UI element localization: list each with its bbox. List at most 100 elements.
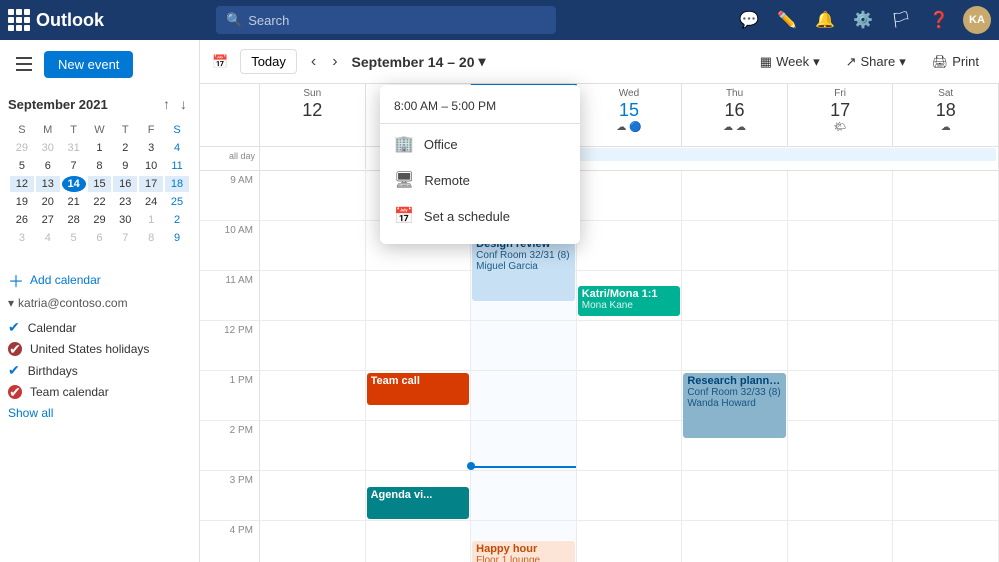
calendar-item-birthdays[interactable]: ✔ Birthdays bbox=[8, 359, 191, 382]
mini-cal-day[interactable]: 2 bbox=[113, 140, 137, 156]
mini-cal-day[interactable]: 4 bbox=[165, 140, 189, 156]
mini-cal-day[interactable]: 5 bbox=[62, 230, 86, 246]
share-button[interactable]: ↗ Share ▾ bbox=[838, 50, 914, 74]
mini-cal-day[interactable]: 22 bbox=[88, 194, 112, 210]
mini-cal-next[interactable]: ↓ bbox=[176, 94, 191, 114]
calendar-event[interactable]: Happy hour Floor 1 lounge Cecil Folk bbox=[472, 541, 575, 562]
mini-cal-day[interactable]: 17 bbox=[139, 176, 163, 192]
mini-cal-day[interactable]: 26 bbox=[10, 212, 34, 228]
print-icon: 🖨 bbox=[932, 54, 949, 70]
date-range[interactable]: September 14 – 20 ▾ bbox=[352, 53, 486, 70]
mini-cal-day-today[interactable]: 14 bbox=[62, 176, 86, 192]
help-icon[interactable]: ❓ bbox=[925, 6, 953, 34]
mini-cal-day[interactable]: 18 bbox=[165, 176, 189, 192]
hamburger-menu[interactable] bbox=[8, 48, 40, 80]
grid-cell bbox=[893, 171, 998, 221]
mini-cal-day[interactable]: 9 bbox=[165, 230, 189, 246]
mini-cal-day[interactable]: 29 bbox=[88, 212, 112, 228]
mini-cal-day[interactable]: 13 bbox=[36, 176, 60, 192]
account-section-header[interactable]: ▾ katria@contoso.com bbox=[8, 296, 191, 310]
mini-cal-day[interactable]: 1 bbox=[139, 212, 163, 228]
calendar-event[interactable]: Katri/Mona 1:1 Mona Kane bbox=[578, 286, 681, 316]
mini-cal-day[interactable]: 8 bbox=[88, 158, 112, 174]
event-sub1: Mona Kane bbox=[582, 300, 677, 311]
mini-cal-day[interactable]: 15 bbox=[88, 176, 112, 192]
mini-cal-day[interactable]: 9 bbox=[113, 158, 137, 174]
mini-cal-header: September 2021 ↑ ↓ bbox=[8, 88, 191, 120]
grid-cell bbox=[893, 221, 998, 271]
mini-cal-day[interactable]: 28 bbox=[62, 212, 86, 228]
mini-cal-day[interactable]: 6 bbox=[88, 230, 112, 246]
mini-cal-day[interactable]: 3 bbox=[10, 230, 34, 246]
prev-week-button[interactable]: ‹ bbox=[305, 51, 322, 73]
mini-cal-day[interactable]: 19 bbox=[10, 194, 34, 210]
mini-cal-day[interactable]: 2 bbox=[165, 212, 189, 228]
next-week-button[interactable]: › bbox=[326, 51, 343, 73]
popup-remote[interactable]: 🖥 Remote bbox=[380, 162, 580, 198]
mini-cal-day[interactable]: 30 bbox=[113, 212, 137, 228]
flag-icon[interactable]: 🏳 bbox=[887, 6, 915, 34]
cal-item-name: Team calendar bbox=[30, 385, 109, 399]
waffle-icon[interactable] bbox=[8, 9, 30, 31]
grid-cell bbox=[260, 471, 365, 521]
grid-cell bbox=[471, 471, 576, 521]
mini-cal-day[interactable]: 21 bbox=[62, 194, 86, 210]
mini-cal-day[interactable]: 3 bbox=[139, 140, 163, 156]
mini-cal-day[interactable]: 30 bbox=[36, 140, 60, 156]
mini-cal-day[interactable]: 8 bbox=[139, 230, 163, 246]
print-button[interactable]: 🖨 Print bbox=[924, 50, 987, 74]
grid-cell bbox=[682, 321, 787, 371]
calendar-event[interactable]: Design review Conf Room 32/31 (8) Miguel… bbox=[472, 236, 575, 301]
add-calendar-button[interactable]: ＋ Add calendar bbox=[8, 264, 191, 296]
mini-cal-day[interactable]: 10 bbox=[139, 158, 163, 174]
calendar-item-holidays[interactable]: ✔ United States holidays bbox=[8, 339, 191, 359]
mini-cal-day[interactable]: 20 bbox=[36, 194, 60, 210]
app-logo: Outlook bbox=[8, 9, 208, 31]
mini-cal-day[interactable]: 24 bbox=[139, 194, 163, 210]
grid-cell bbox=[788, 471, 893, 521]
calendar-event[interactable]: Research planning Conf Room 32/33 (8) Wa… bbox=[683, 373, 786, 438]
mini-cal-day[interactable]: 5 bbox=[10, 158, 34, 174]
mini-cal-day[interactable]: 27 bbox=[36, 212, 60, 228]
popup-schedule[interactable]: 📅 Set a schedule bbox=[380, 198, 580, 234]
grid-cell bbox=[682, 271, 787, 321]
avatar[interactable]: KA bbox=[963, 6, 991, 34]
calendar-event[interactable]: Team call bbox=[367, 373, 470, 405]
mini-cal-day[interactable]: 12 bbox=[10, 176, 34, 192]
calendar-item-calendar[interactable]: ✔ Calendar bbox=[8, 316, 191, 339]
chat-icon[interactable]: 💬 bbox=[735, 6, 763, 34]
dow-wed: W bbox=[88, 122, 112, 138]
mini-cal-day[interactable]: 6 bbox=[36, 158, 60, 174]
mini-cal-day[interactable]: 31 bbox=[62, 140, 86, 156]
grid-cell bbox=[682, 521, 787, 562]
popup-office[interactable]: 🏢 Office bbox=[380, 126, 580, 162]
new-event-button[interactable]: New event bbox=[44, 51, 133, 78]
mini-cal-day[interactable]: 1 bbox=[88, 140, 112, 156]
mini-cal-prev[interactable]: ↑ bbox=[159, 94, 174, 114]
mini-cal-day[interactable]: 16 bbox=[113, 176, 137, 192]
grid-cell bbox=[260, 371, 365, 421]
search-bar[interactable]: 🔍 Search bbox=[216, 6, 556, 34]
mini-cal-grid: S M T W T F S 29 30 31 1 2 bbox=[8, 120, 191, 248]
allday-row: all dayApril OOF bbox=[200, 147, 999, 171]
grid-cell bbox=[471, 321, 576, 371]
week-view-button[interactable]: ▦ Week ▾ bbox=[752, 50, 828, 74]
tasks-icon[interactable]: ✏️ bbox=[773, 6, 801, 34]
calendar-item-team[interactable]: ✔ Team calendar bbox=[8, 382, 191, 402]
cal-check-icon: ✔ bbox=[8, 319, 20, 336]
grid-cell bbox=[577, 421, 682, 471]
settings-icon[interactable]: ⚙️ bbox=[849, 6, 877, 34]
mini-cal-day[interactable]: 4 bbox=[36, 230, 60, 246]
mini-cal-day[interactable]: 7 bbox=[113, 230, 137, 246]
bell-icon[interactable]: 🔔 bbox=[811, 6, 839, 34]
mini-cal-day[interactable]: 29 bbox=[10, 140, 34, 156]
show-all-button[interactable]: Show all bbox=[8, 402, 191, 424]
mini-cal-day[interactable]: 7 bbox=[62, 158, 86, 174]
today-button[interactable]: Today bbox=[240, 49, 297, 74]
mini-cal-day[interactable]: 23 bbox=[113, 194, 137, 210]
mini-cal-day[interactable]: 25 bbox=[165, 194, 189, 210]
mini-cal-day[interactable]: 11 bbox=[165, 158, 189, 174]
calendar-event[interactable]: Agenda vi... bbox=[367, 487, 470, 519]
grid-cell bbox=[893, 321, 998, 371]
day-header-thu: Thu 16 ☁ ☁ bbox=[682, 84, 788, 146]
